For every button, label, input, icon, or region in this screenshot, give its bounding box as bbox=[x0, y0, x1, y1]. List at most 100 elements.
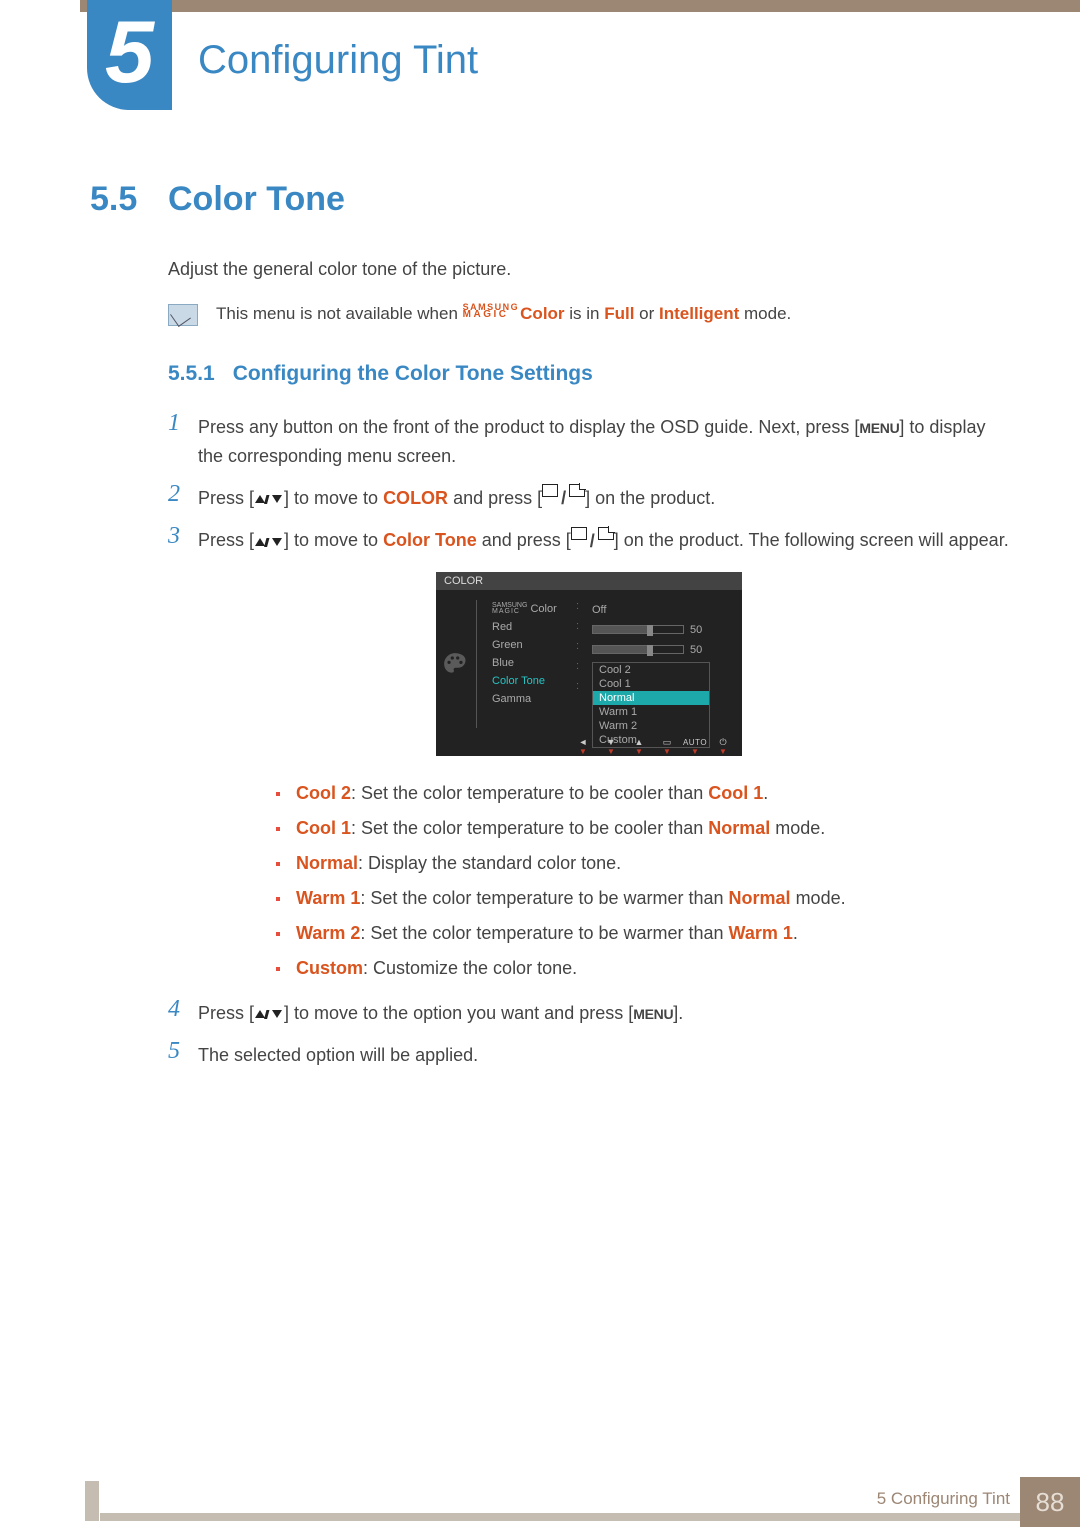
step-4: 4 Press [] to move to the option you wan… bbox=[168, 996, 1010, 1028]
note-color-word: Color bbox=[520, 304, 564, 323]
page-content: 5.5 Color Tone Adjust the general color … bbox=[90, 180, 1010, 1080]
osd-left-icon: ◄▼ bbox=[574, 738, 592, 756]
menu-button-label: MENU bbox=[859, 420, 899, 436]
note-mode2: Intelligent bbox=[659, 304, 739, 323]
option-name: Normal bbox=[296, 853, 358, 873]
header-bar bbox=[80, 0, 1080, 12]
step-number: 1 bbox=[168, 410, 198, 437]
osd-dropdown: Cool 2 Cool 1 Normal Warm 1 Warm 2 Custo… bbox=[592, 662, 710, 748]
note-mid2: or bbox=[634, 304, 659, 323]
steps-list: 1 Press any button on the front of the p… bbox=[168, 410, 1010, 1070]
osd-label-magic-color: SAMSUNGMAGIC Color bbox=[492, 600, 576, 618]
list-item: Cool 1: Set the color temperature to be … bbox=[276, 811, 1010, 846]
bullet-icon bbox=[276, 862, 280, 866]
section-intro: Adjust the general color tone of the pic… bbox=[168, 259, 1010, 280]
osd-labels: SAMSUNGMAGIC Color Red Green Blue Color … bbox=[492, 590, 576, 738]
dropdown-option: Warm 1 bbox=[593, 705, 709, 719]
osd-divider bbox=[474, 590, 492, 738]
note-icon bbox=[168, 304, 198, 326]
osd-label-red: Red bbox=[492, 618, 576, 636]
option-ref: Warm 1 bbox=[729, 923, 793, 943]
list-item: Warm 1: Set the color temperature to be … bbox=[276, 881, 1010, 916]
chapter-number: 5 bbox=[105, 8, 154, 96]
list-item: Cool 2: Set the color temperature to be … bbox=[276, 776, 1010, 811]
note-mode1: Full bbox=[604, 304, 634, 323]
source-button-icon: / bbox=[571, 527, 614, 556]
up-down-arrows-icon bbox=[254, 1008, 284, 1020]
step-text: Press [] to move to the option you want … bbox=[198, 996, 683, 1028]
samsung-magic-label: SAMSUNGMAGIC bbox=[463, 304, 520, 319]
osd-auto-label: AUTO▼ bbox=[686, 738, 704, 756]
list-item: Normal: Display the standard color tone. bbox=[276, 846, 1010, 881]
dropdown-option-selected: Normal bbox=[593, 691, 709, 705]
step-3: 3 Press [] to move to Color Tone and pre… bbox=[168, 523, 1010, 556]
step-number: 3 bbox=[168, 523, 198, 550]
tone-options-list: Cool 2: Set the color temperature to be … bbox=[276, 776, 1010, 986]
dropdown-option: Cool 1 bbox=[593, 677, 709, 691]
osd-label-color-tone: Color Tone bbox=[492, 672, 576, 690]
option-name: Warm 2 bbox=[296, 923, 360, 943]
list-item: Warm 2: Set the color temperature to be … bbox=[276, 916, 1010, 951]
step-number: 5 bbox=[168, 1038, 198, 1065]
step-number: 4 bbox=[168, 996, 198, 1023]
osd-colons: ::::: bbox=[576, 590, 592, 738]
osd-value-red: 50 bbox=[592, 620, 734, 640]
step-5: 5 The selected option will be applied. bbox=[168, 1038, 1010, 1070]
osd-label-blue: Blue bbox=[492, 654, 576, 672]
option-name: Cool 2 bbox=[296, 783, 351, 803]
note-mid: is in bbox=[565, 304, 605, 323]
step-text: Press [] to move to Color Tone and press… bbox=[198, 523, 1009, 556]
step-keyword: COLOR bbox=[383, 488, 448, 508]
step-keyword: Color Tone bbox=[383, 530, 477, 550]
osd-value-magic: Off bbox=[592, 600, 734, 620]
osd-value-green: 50 bbox=[592, 640, 734, 660]
bullet-icon bbox=[276, 967, 280, 971]
osd-body: SAMSUNGMAGIC Color Red Green Blue Color … bbox=[436, 590, 742, 738]
note-text-prefix: This menu is not available when bbox=[216, 304, 463, 323]
option-ref: Normal bbox=[729, 888, 791, 908]
magic-bot: MAGIC bbox=[463, 309, 509, 320]
osd-footer-icons: ◄▼ ▼▼ ▲▼ ▭▼ AUTO▼ ⏻▼ bbox=[436, 738, 742, 756]
step-number: 2 bbox=[168, 481, 198, 508]
osd-values: Off 50 50 Cool 2 Cool 1 Normal Warm 1 Wa… bbox=[592, 590, 742, 738]
slider-icon bbox=[592, 645, 684, 654]
osd-title: COLOR bbox=[436, 572, 742, 590]
bullet-icon bbox=[276, 827, 280, 831]
bullet-icon bbox=[276, 932, 280, 936]
osd-label-green: Green bbox=[492, 636, 576, 654]
menu-button-label: MENU bbox=[633, 1006, 673, 1022]
step-text: Press any button on the front of the pro… bbox=[198, 410, 1010, 471]
option-name: Cool 1 bbox=[296, 818, 351, 838]
page-number: 88 bbox=[1020, 1477, 1080, 1527]
step-text: The selected option will be applied. bbox=[198, 1038, 478, 1070]
dropdown-option: Cool 2 bbox=[593, 663, 709, 677]
note-row: This menu is not available when SAMSUNGM… bbox=[168, 304, 1010, 326]
note-text: This menu is not available when SAMSUNGM… bbox=[216, 304, 791, 324]
list-item: Custom: Customize the color tone. bbox=[276, 951, 1010, 986]
osd-palette-icon bbox=[436, 590, 474, 738]
step-1: 1 Press any button on the front of the p… bbox=[168, 410, 1010, 471]
section-number: 5.5 bbox=[90, 180, 168, 219]
option-name: Warm 1 bbox=[296, 888, 360, 908]
option-ref: Normal bbox=[708, 818, 770, 838]
option-ref: Cool 1 bbox=[708, 783, 763, 803]
bullet-icon bbox=[276, 792, 280, 796]
bullet-icon bbox=[276, 897, 280, 901]
note-suffix: mode. bbox=[739, 304, 791, 323]
step-2: 2 Press [] to move to COLOR and press [/… bbox=[168, 481, 1010, 514]
subsection-heading: 5.5.1Configuring the Color Tone Settings bbox=[168, 362, 1010, 386]
osd-power-icon: ⏻▼ bbox=[714, 738, 732, 756]
osd-down-icon: ▼▼ bbox=[602, 738, 620, 756]
subsection-title: Configuring the Color Tone Settings bbox=[233, 362, 593, 385]
source-button-icon: / bbox=[542, 484, 585, 513]
osd-label-gamma: Gamma bbox=[492, 690, 576, 708]
slider-icon bbox=[592, 625, 684, 634]
section-title: Color Tone bbox=[168, 180, 345, 219]
footer-chapter-label: 5 Configuring Tint bbox=[877, 1489, 1010, 1509]
step-text: Press [] to move to COLOR and press [/] … bbox=[198, 481, 715, 514]
up-down-arrows-icon bbox=[254, 493, 284, 505]
osd-source-icon: ▭▼ bbox=[658, 738, 676, 756]
option-name: Custom bbox=[296, 958, 363, 978]
page-footer: 5 Configuring Tint 88 bbox=[0, 1477, 1080, 1527]
up-down-arrows-icon bbox=[254, 536, 284, 548]
